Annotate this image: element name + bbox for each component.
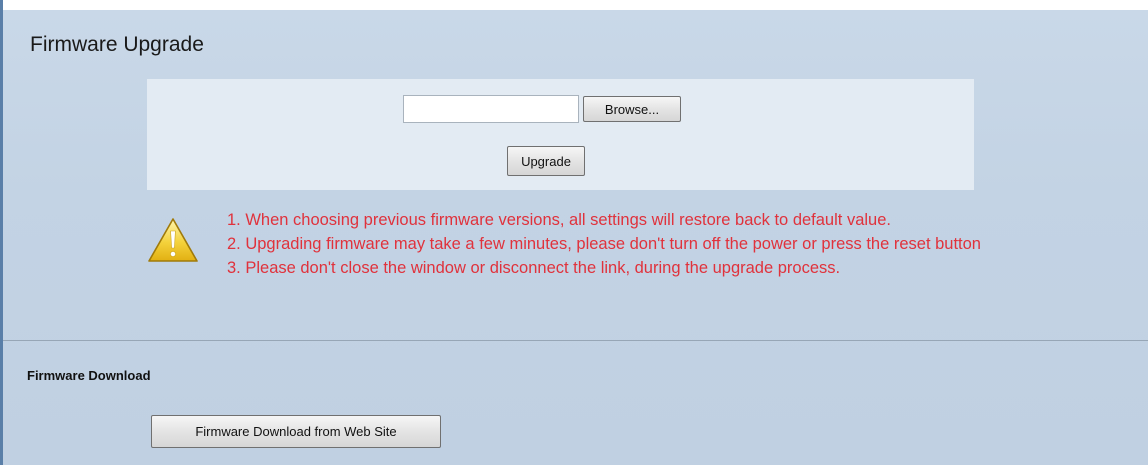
section-divider [3, 340, 1148, 341]
warning-triangle-icon [148, 218, 198, 262]
warning-line-1: 1. When choosing previous firmware versi… [227, 211, 891, 229]
firmware-file-input[interactable] [403, 95, 579, 123]
top-strip [3, 0, 1148, 10]
content-area: Firmware Upgrade Browse... Upgrade 1. Wh… [3, 10, 1148, 465]
upgrade-button[interactable]: Upgrade [507, 146, 585, 176]
warning-messages: 1. When choosing previous firmware versi… [227, 208, 1148, 280]
firmware-download-heading: Firmware Download [27, 368, 151, 383]
browse-button[interactable]: Browse... [583, 96, 681, 122]
firmware-download-button[interactable]: Firmware Download from Web Site [151, 415, 441, 448]
warning-line-3: 3. Please don't close the window or disc… [227, 259, 841, 277]
upload-panel: Browse... Upgrade [147, 79, 974, 190]
warning-line-2: 2. Upgrading firmware may take a few min… [227, 235, 981, 253]
firmware-upgrade-page: Firmware Upgrade Browse... Upgrade 1. Wh… [0, 0, 1148, 465]
page-title: Firmware Upgrade [30, 33, 204, 56]
